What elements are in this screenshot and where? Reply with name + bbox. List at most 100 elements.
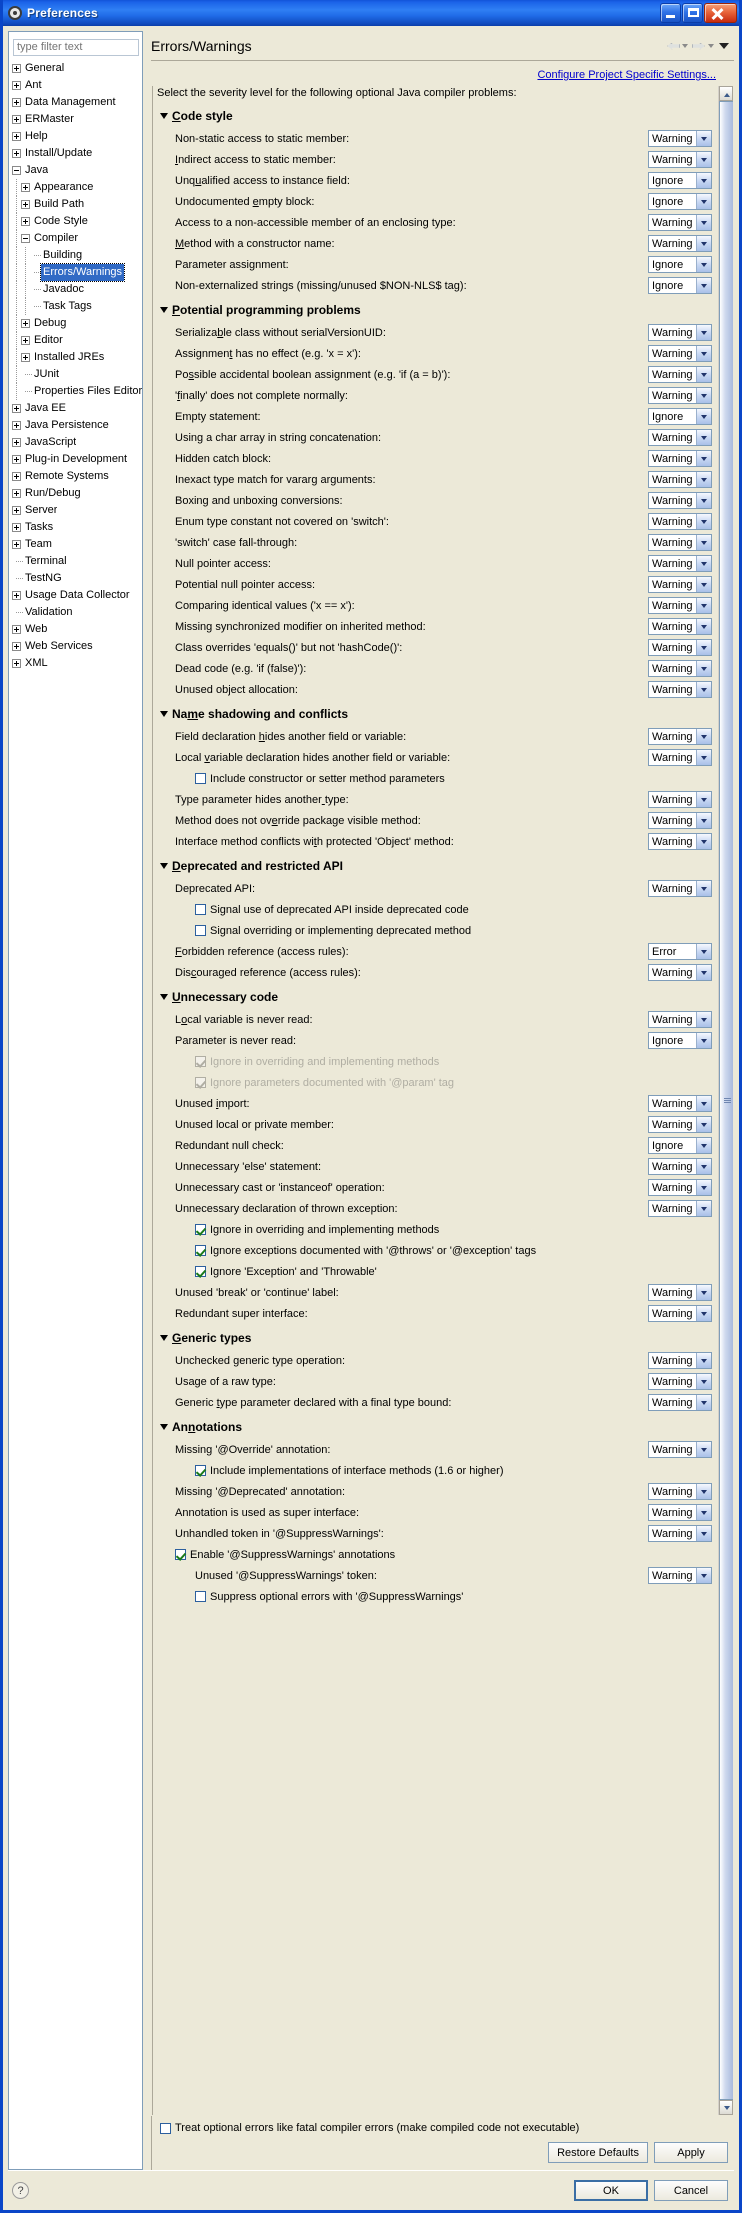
chevron-down-icon[interactable] [696,131,711,146]
severity-select-potential-null-pointer-access[interactable]: Warning [648,576,712,593]
expand-icon[interactable] [12,658,21,668]
sidebar-item-task-tags[interactable]: Task Tags [12,297,142,315]
sidebar-item-javascript[interactable]: JavaScript [12,434,142,451]
expand-icon[interactable] [12,641,21,651]
back-history-chevron-icon[interactable] [682,43,688,48]
severity-select-usage-of-a-raw-type[interactable]: Warning [648,1373,712,1390]
expand-icon[interactable] [12,471,21,481]
sidebar-item-building[interactable]: Building [12,246,142,264]
severity-select-annotation-is-used-as-super-interface[interactable]: Warning [648,1504,712,1521]
severity-select-inexact-type-match-for-vararg-arguments[interactable]: Warning [648,471,712,488]
severity-select-unnecessary-else-statement[interactable]: Warning [648,1158,712,1175]
expand-icon[interactable] [12,539,21,549]
sidebar-item-xml[interactable]: XML [12,655,142,672]
severity-select-local-variable-is-never-read[interactable]: Warning [648,1011,712,1028]
scroll-up-button[interactable] [719,86,733,101]
severity-select-unused-object-allocation[interactable]: Warning [648,681,712,698]
expand-icon[interactable] [21,352,30,362]
sidebar-item-java[interactable]: Java [12,162,142,179]
chevron-down-icon[interactable] [696,278,711,293]
expand-icon[interactable] [12,488,21,498]
chevron-down-icon[interactable] [696,409,711,424]
expand-icon[interactable] [12,420,21,430]
sidebar-item-compiler[interactable]: Compiler [12,229,142,247]
chevron-down-icon[interactable] [696,1285,711,1300]
chevron-down-icon[interactable] [696,346,711,361]
expand-icon[interactable] [12,131,21,141]
sidebar-item-java-persistence[interactable]: Java Persistence [12,417,142,434]
sidebar-item-errors-warnings[interactable]: Errors/Warnings [12,262,142,282]
chevron-down-icon[interactable] [696,1201,711,1216]
chevron-down-icon[interactable] [696,965,711,980]
chevron-down-icon[interactable] [696,1505,711,1520]
chevron-down-icon[interactable] [696,792,711,807]
sidebar-item-web[interactable]: Web [12,621,142,638]
severity-select-interface-method-conflicts-with-protected-object[interactable]: Warning [648,833,712,850]
severity-select-enum-type-constant-not-covered-on-switch[interactable]: Warning [648,513,712,530]
chevron-down-icon[interactable] [696,577,711,592]
chevron-down-icon[interactable] [696,1096,711,1111]
arrow-right-icon[interactable] [691,40,705,52]
sidebar-item-appearance[interactable]: Appearance [12,178,142,196]
severity-select-unchecked-generic-type-operation[interactable]: Warning [648,1352,712,1369]
severity-select-access-to-a-non-accessible-member-of-an-enclosin[interactable]: Warning [648,214,712,231]
chevron-down-icon[interactable] [696,729,711,744]
severity-select-missing-synchronized-modifier-on-inherited-metho[interactable]: Warning [648,618,712,635]
scroll-down-button[interactable] [719,2100,733,2115]
chevron-down-icon[interactable] [696,367,711,382]
severity-select-parameter-is-never-read[interactable]: Ignore [648,1032,712,1049]
chevron-down-icon[interactable] [696,194,711,209]
chevron-down-icon[interactable] [696,834,711,849]
treat-optional-errors-checkbox[interactable] [160,2122,171,2134]
severity-select-possible-accidental-boolean-assignment-e-g-if-a-[interactable]: Warning [648,366,712,383]
arrow-left-icon[interactable] [665,40,679,52]
sidebar-item-data-management[interactable]: Data Management [12,94,142,111]
forward-history-chevron-icon[interactable] [708,43,714,48]
severity-select-undocumented-empty-block[interactable]: Ignore [648,193,712,210]
minimize-button[interactable] [660,3,681,23]
sidebar-item-properties-files-editor[interactable]: Properties Files Editor [12,382,142,400]
sidebar-item-web-services[interactable]: Web Services [12,638,142,655]
expand-icon[interactable] [12,148,21,158]
severity-select-discouraged-reference-access-rules[interactable]: Warning [648,964,712,981]
checkbox-suppress-optional-errors-with-suppresswarnings[interactable] [195,1591,206,1602]
severity-select-deprecated-api[interactable]: Warning [648,880,712,897]
checkbox-signal-overriding-or-implementing-deprecated-met[interactable] [195,925,206,936]
severity-select-method-does-not-override-package-visible-method[interactable]: Warning [648,812,712,829]
chevron-down-icon[interactable] [696,640,711,655]
severity-select-comparing-identical-values-x-x[interactable]: Warning [648,597,712,614]
checkbox-ignore-in-overriding-and-implementing-methods[interactable] [195,1224,206,1235]
severity-select-unnecessary-declaration-of-thrown-exception[interactable]: Warning [648,1200,712,1217]
chevron-down-icon[interactable] [696,1568,711,1583]
sidebar-item-terminal[interactable]: Terminal [12,553,142,570]
sidebar-item-run-debug[interactable]: Run/Debug [12,485,142,502]
severity-select-using-a-char-array-in-string-concatenation[interactable]: Warning [648,429,712,446]
sidebar-item-installed-jres[interactable]: Installed JREs [12,348,142,366]
sidebar-item-java-ee[interactable]: Java EE [12,400,142,417]
severity-select-serializable-class-without-serialversionuid[interactable]: Warning [648,324,712,341]
severity-select-missing-override-annotation[interactable]: Warning [648,1441,712,1458]
severity-select-redundant-super-interface[interactable]: Warning [648,1305,712,1322]
severity-select-unused-break-or-continue-label[interactable]: Warning [648,1284,712,1301]
sidebar-item-debug[interactable]: Debug [12,314,142,332]
severity-select-missing-deprecated-annotation[interactable]: Warning [648,1483,712,1500]
chevron-down-icon[interactable] [696,215,711,230]
chevron-down-icon[interactable] [696,1306,711,1321]
chevron-down-icon[interactable] [696,661,711,676]
checkbox-include-constructor-or-setter-method-parameters[interactable] [195,773,206,784]
chevron-down-icon[interactable] [696,1180,711,1195]
chevron-down-icon[interactable] [696,1374,711,1389]
chevron-down-icon[interactable] [696,535,711,550]
chevron-down-icon[interactable] [696,1033,711,1048]
chevron-down-icon[interactable] [696,1138,711,1153]
severity-select-redundant-null-check[interactable]: Ignore [648,1137,712,1154]
chevron-down-icon[interactable] [696,619,711,634]
checkbox-ignore-exceptions-documented-with-throws-or-exce[interactable] [195,1245,206,1256]
checkbox-signal-use-of-deprecated-api-inside-deprecated-c[interactable] [195,904,206,915]
expand-icon[interactable] [12,454,21,464]
checkbox-ignore-exception-and-throwable[interactable] [195,1266,206,1277]
severity-select-method-with-a-constructor-name[interactable]: Warning [648,235,712,252]
chevron-down-icon[interactable] [696,750,711,765]
section-header-unnecessary-code[interactable]: Unnecessary code [153,983,712,1009]
severity-select-finally-does-not-complete-normally[interactable]: Warning [648,387,712,404]
